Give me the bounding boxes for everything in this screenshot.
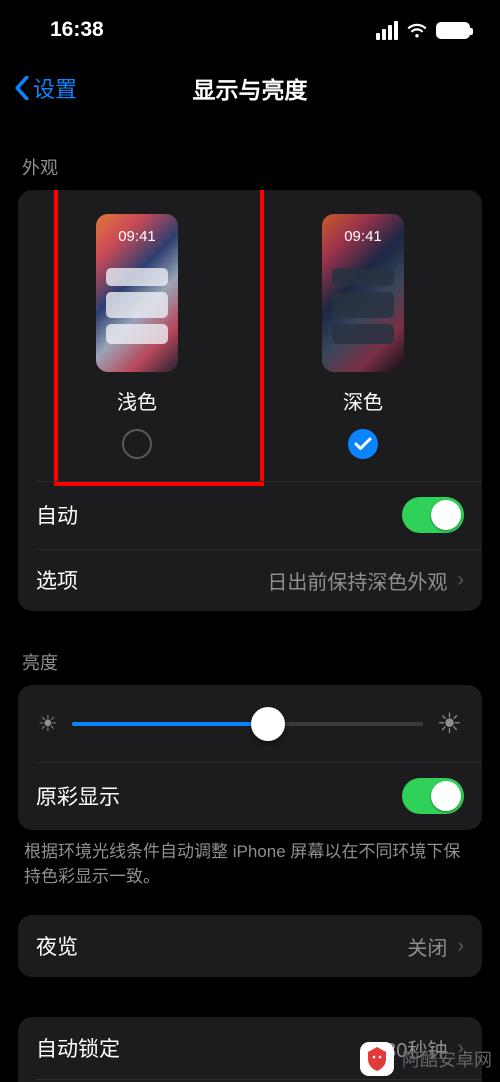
slider-fill [72, 722, 269, 726]
check-icon [354, 437, 372, 451]
watermark: 阿酷安卓网 [360, 1042, 492, 1076]
options-label: 选项 [36, 565, 78, 595]
light-label: 浅色 [117, 386, 157, 415]
true-tone-note: 根据环境光线条件自动调整 iPhone 屏幕以在不同环境下保持色彩显示一致。 [18, 830, 482, 889]
night-shift-group: 夜览 关闭 › [18, 915, 482, 977]
auto-row: 自动 [18, 481, 482, 549]
auto-lock-label: 自动锁定 [36, 1033, 120, 1063]
dark-label: 深色 [343, 386, 383, 415]
night-shift-value: 关闭 [407, 932, 447, 961]
sun-low-icon: ☀︎ [38, 711, 58, 737]
status-bar: 16:38 [0, 0, 500, 60]
appearance-light[interactable]: 09:41 浅色 [24, 214, 250, 459]
appearance-header: 外观 [22, 154, 482, 180]
cellular-icon [376, 21, 398, 40]
dark-preview: 09:41 [322, 214, 404, 372]
chevron-left-icon [14, 76, 30, 100]
chevron-right-icon: › [457, 935, 464, 958]
true-tone-switch[interactable] [402, 778, 464, 814]
back-button[interactable]: 设置 [14, 72, 77, 104]
chevron-right-icon: › [457, 569, 464, 592]
auto-switch[interactable] [402, 497, 464, 533]
sun-high-icon: ☀︎ [437, 707, 462, 740]
brightness-header: 亮度 [22, 649, 482, 675]
back-label: 设置 [33, 72, 77, 104]
night-shift-label: 夜览 [36, 931, 78, 961]
true-tone-label: 原彩显示 [36, 781, 120, 811]
status-time: 16:38 [50, 18, 104, 42]
options-row[interactable]: 选项 日出前保持深色外观 › [18, 549, 482, 611]
page-title: 显示与亮度 [193, 71, 308, 105]
brightness-slider[interactable] [72, 722, 423, 726]
auto-label: 自动 [36, 500, 78, 530]
brightness-group: ☀︎ ☀︎ 原彩显示 [18, 685, 482, 830]
light-preview: 09:41 [96, 214, 178, 372]
appearance-group: 09:41 浅色 09:41 深色 自动 [18, 190, 482, 611]
preview-time: 09:41 [96, 228, 178, 245]
watermark-text: 阿酷安卓网 [402, 1046, 492, 1072]
battery-icon [436, 22, 470, 39]
preview-time: 09:41 [322, 228, 404, 245]
true-tone-row: 原彩显示 [18, 762, 482, 830]
brightness-slider-row: ☀︎ ☀︎ [18, 685, 482, 762]
night-shift-row[interactable]: 夜览 关闭 › [18, 915, 482, 977]
slider-thumb[interactable] [251, 707, 285, 741]
nav-bar: 设置 显示与亮度 [0, 60, 500, 116]
light-radio[interactable] [122, 429, 152, 459]
dark-radio[interactable] [348, 429, 378, 459]
options-value: 日出前保持深色外观 [267, 566, 447, 595]
appearance-row: 09:41 浅色 09:41 深色 [18, 190, 482, 481]
status-icons [376, 21, 470, 40]
appearance-dark[interactable]: 09:41 深色 [250, 214, 476, 459]
wifi-icon [406, 22, 428, 38]
watermark-icon [360, 1042, 394, 1076]
